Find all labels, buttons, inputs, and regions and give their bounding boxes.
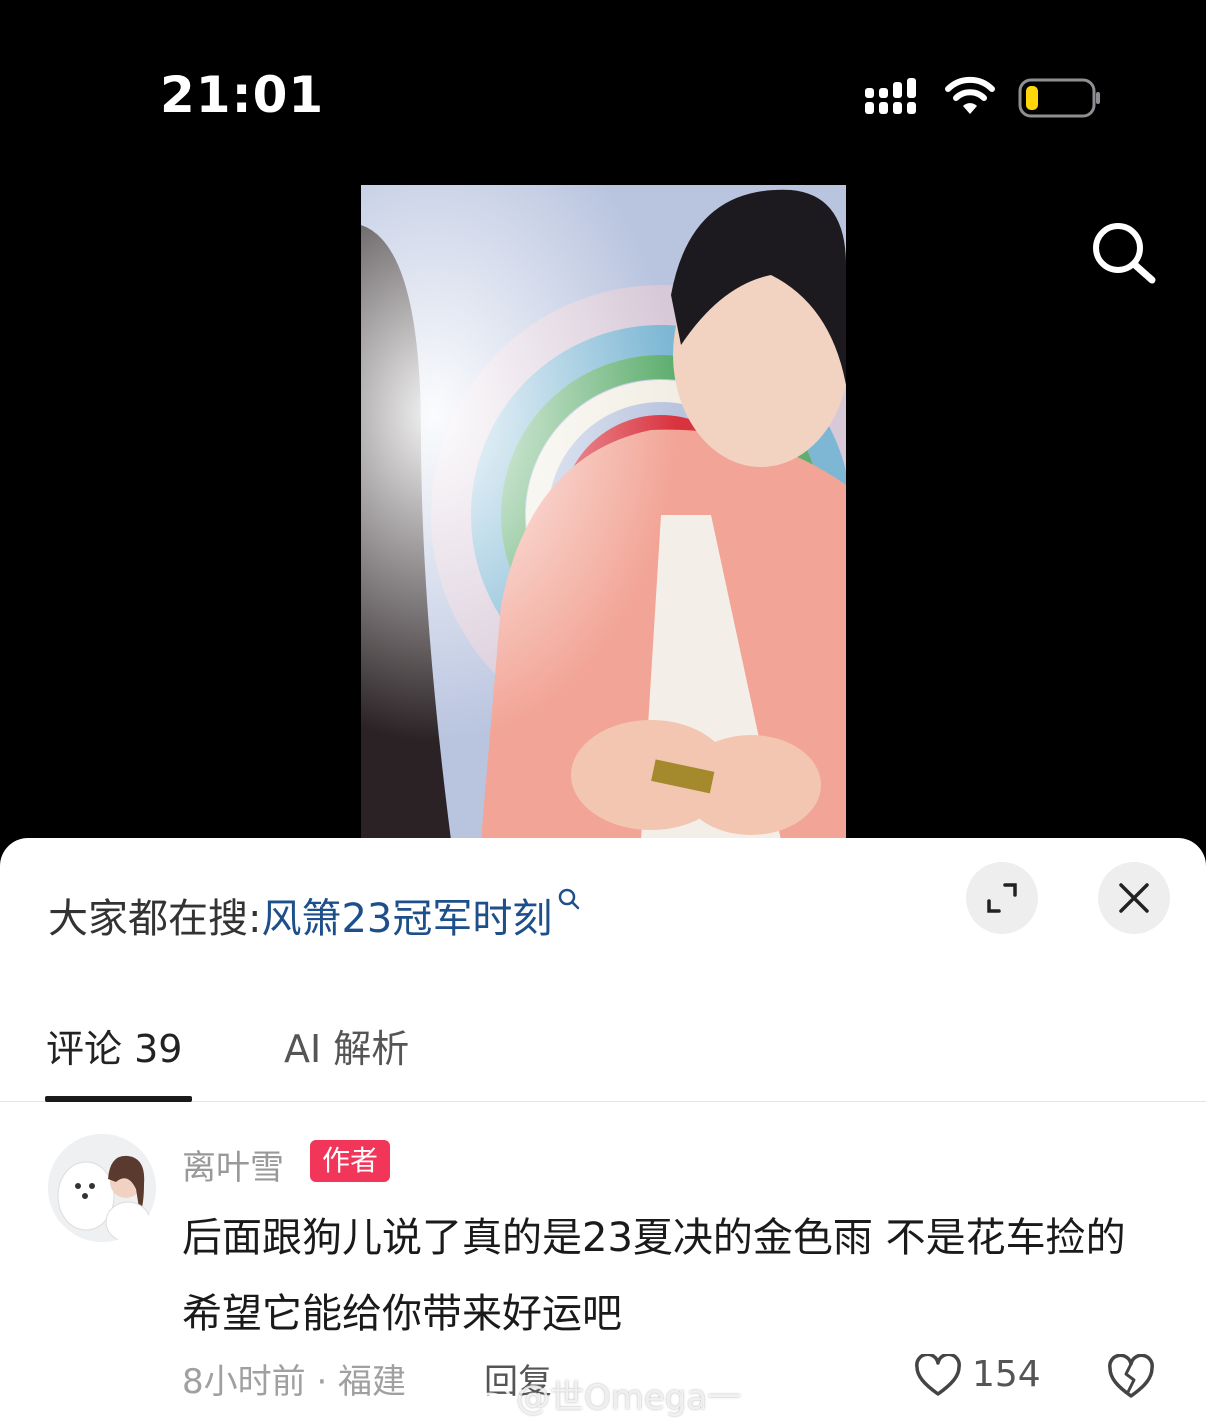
- small-search-icon: [559, 888, 580, 910]
- tab-ai-analysis[interactable]: AI 解析: [284, 1018, 409, 1073]
- like-count: 154: [972, 1354, 1041, 1395]
- heart-icon[interactable]: [914, 1354, 962, 1398]
- weibo-logo-icon: [473, 1386, 511, 1415]
- tab-comments[interactable]: 评论 39: [46, 1018, 182, 1073]
- comment-username[interactable]: 离叶雪: [182, 1140, 284, 1189]
- tab-bar: 评论 39 AI 解析: [0, 1010, 1206, 1102]
- close-icon: [1119, 883, 1149, 913]
- battery-low-icon: [1018, 78, 1100, 118]
- cellular-signal-icon: [865, 78, 916, 114]
- video-player[interactable]: [361, 185, 846, 840]
- comment-text: 后面跟狗儿说了真的是23夏决的金色雨 不是花车捡的 希望它能给你带来好运吧: [182, 1215, 1126, 1337]
- trending-query[interactable]: 风箫23冠军时刻: [261, 896, 552, 942]
- active-tab-indicator: [45, 1096, 192, 1102]
- search-icon[interactable]: [1088, 218, 1160, 290]
- status-time: 21:01: [160, 66, 325, 124]
- trending-search[interactable]: 大家都在搜:风箫23冠军时刻: [48, 886, 582, 944]
- watermark-text: @世Omega一: [516, 1378, 742, 1418]
- close-button[interactable]: [1098, 862, 1170, 934]
- status-bar: 21:01: [0, 0, 1206, 180]
- expand-button[interactable]: [966, 862, 1038, 934]
- video-frame: [361, 185, 846, 840]
- avatar-image: [48, 1134, 156, 1242]
- wifi-icon: [945, 76, 995, 114]
- dislike-heart-icon[interactable]: [1106, 1354, 1156, 1400]
- expand-icon: [987, 883, 1017, 913]
- watermark: @世Omega一: [472, 1370, 741, 1419]
- comment-meta: 8小时前 · 福建: [182, 1362, 407, 1402]
- author-badge: 作者: [310, 1140, 391, 1182]
- trending-label: 大家都在搜:: [48, 896, 262, 942]
- avatar[interactable]: [48, 1134, 156, 1242]
